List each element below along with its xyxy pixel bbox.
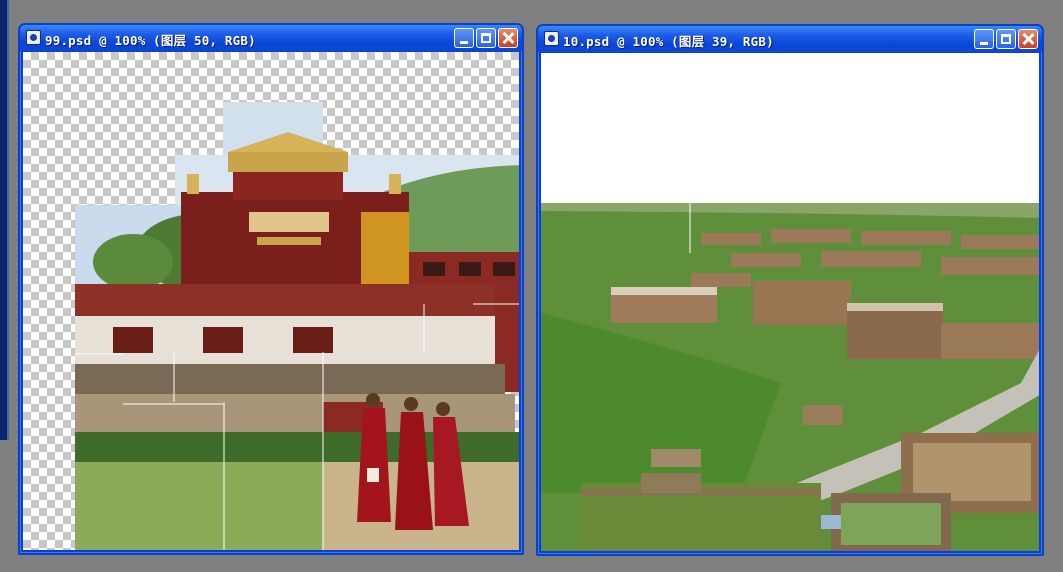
close-icon (1019, 30, 1037, 48)
maximize-icon (481, 33, 491, 43)
maximize-button[interactable] (996, 29, 1016, 49)
title-bar[interactable]: 10.psd @ 100% (图层 39, RGB) (538, 26, 1042, 52)
minimize-icon (980, 42, 988, 45)
title-bar[interactable]: 99.psd @ 100% (图层 50, RGB) (20, 25, 522, 51)
maximize-button[interactable] (476, 28, 496, 48)
monastery-photo-layer (75, 102, 519, 550)
background-window-edge (0, 0, 9, 440)
minimize-button[interactable] (974, 29, 994, 49)
document-canvas[interactable] (541, 53, 1039, 551)
close-button[interactable] (498, 28, 518, 48)
window-title: 10.psd @ 100% (图层 39, RGB) (563, 34, 774, 49)
document-window-99[interactable]: 99.psd @ 100% (图层 50, RGB) (18, 23, 524, 555)
close-button[interactable] (1018, 29, 1038, 49)
village-photo-layer (541, 203, 1039, 551)
photoshop-document-icon[interactable] (26, 30, 41, 45)
minimize-icon (460, 41, 468, 44)
minimize-button[interactable] (454, 28, 474, 48)
maximize-icon (1001, 34, 1011, 44)
window-title: 99.psd @ 100% (图层 50, RGB) (45, 33, 256, 48)
document-window-10[interactable]: 10.psd @ 100% (图层 39, RGB) (536, 24, 1044, 556)
document-canvas[interactable] (23, 52, 519, 550)
close-icon (499, 29, 517, 47)
photoshop-document-icon[interactable] (544, 31, 559, 46)
